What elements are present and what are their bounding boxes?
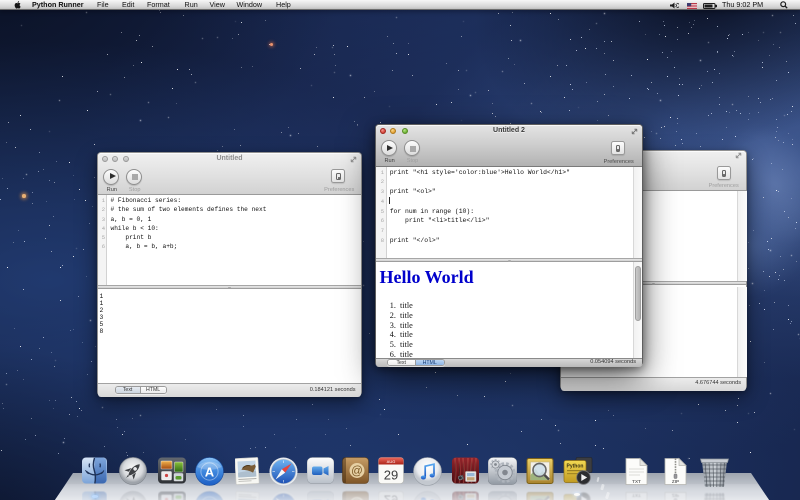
svg-text:29: 29 <box>383 468 397 483</box>
svg-text:TXT: TXT <box>632 479 641 484</box>
svg-text:AUG: AUG <box>386 459 395 464</box>
svg-text:ZIP: ZIP <box>672 479 679 484</box>
svg-text:TXT: TXT <box>632 493 641 498</box>
svg-text:A: A <box>204 465 214 480</box>
svg-text:29: 29 <box>383 493 397 500</box>
svg-text:Python: Python <box>566 464 583 470</box>
svg-text:@: @ <box>351 466 363 478</box>
svg-text:ZIP: ZIP <box>672 493 679 498</box>
